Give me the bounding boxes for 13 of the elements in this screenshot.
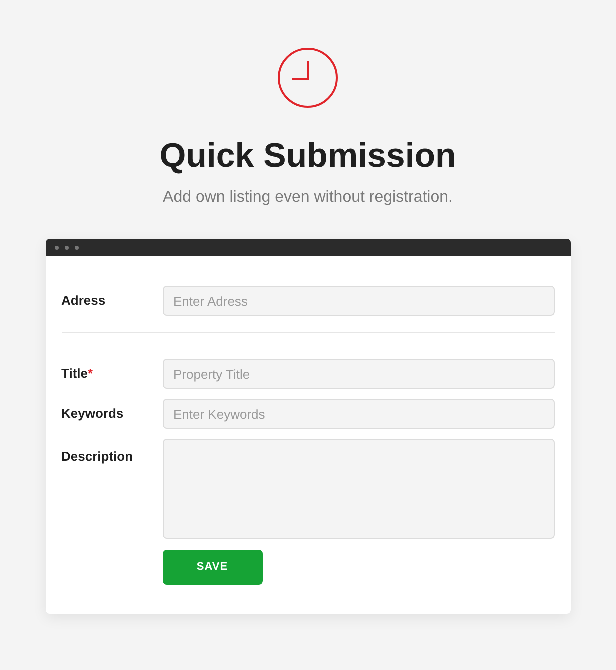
input-field[interactable]: Enter Adress: [162, 286, 554, 316]
window-dots-icon: [54, 246, 80, 250]
save-button[interactable]: SAVE: [162, 550, 262, 585]
page-title: Quick Submission: [160, 136, 456, 176]
field-label: Title*: [62, 366, 94, 381]
page-subtitle: Add own listing even without registration.: [163, 188, 453, 208]
clock-icon: [277, 47, 339, 109]
description-field[interactable]: [162, 439, 554, 539]
field-label: Adress: [62, 293, 106, 308]
field-label: Description: [62, 449, 134, 464]
field-label: Keywords: [62, 406, 124, 421]
input-field[interactable]: Property Title: [162, 359, 554, 389]
input-field[interactable]: Enter Keywords: [162, 399, 554, 429]
